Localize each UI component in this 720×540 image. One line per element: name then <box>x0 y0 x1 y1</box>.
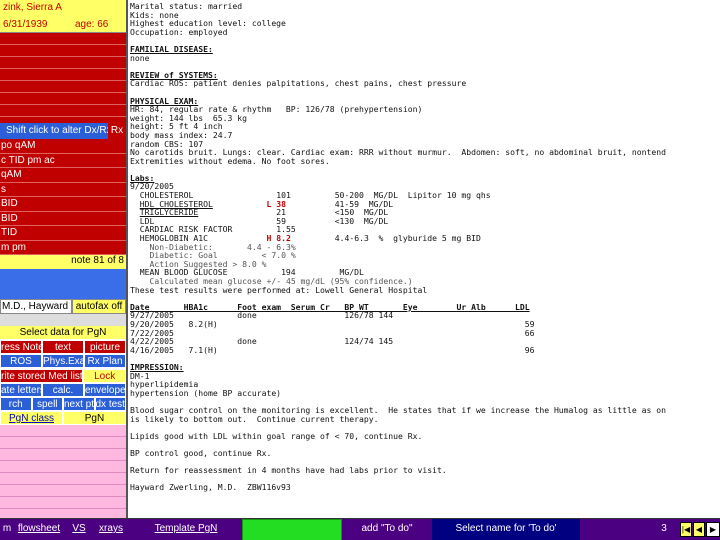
first-record-icon[interactable]: |◀ <box>680 522 692 537</box>
patient-dob-row: 6/31/1939 age: 66 <box>0 16 126 33</box>
provider-row: M.D., Hayward autofax off <box>0 299 126 314</box>
left-sidebar: zink, Sierra A 6/31/1939 age: 66 Shift c… <box>0 0 128 518</box>
letters-button[interactable]: ate letters <box>0 383 42 397</box>
flowsheet-button[interactable]: flowsheet <box>16 519 62 540</box>
text-button[interactable]: text <box>42 340 84 354</box>
spell-button[interactable]: spell <box>31 397 63 411</box>
template-pgn-button[interactable]: Template PgN <box>130 519 242 540</box>
problem-list-area[interactable] <box>0 33 126 123</box>
rx-plan-button[interactable]: Rx Plan <box>84 354 126 368</box>
note-info-area <box>0 269 126 299</box>
rx-button[interactable]: Rx <box>108 123 126 139</box>
lab-results-table: CHOLESTEROL 101 50-200 MG/DL Lipitor 10 … <box>130 190 491 243</box>
autofax-toggle[interactable]: autofax off <box>72 299 126 314</box>
exam-row: ROS Phys.Exam Rx Plan <box>0 354 126 368</box>
prev-record-icon[interactable]: ◀ <box>693 522 705 537</box>
m-button[interactable]: m <box>0 519 14 540</box>
pgn-class-button[interactable]: PgN class <box>0 411 63 425</box>
lock-button[interactable]: Lock <box>83 369 126 383</box>
envelope-button[interactable]: envelope <box>84 383 126 397</box>
med-item[interactable]: BID <box>0 197 126 212</box>
patient-age: age: 66 <box>75 19 109 30</box>
select-data-button[interactable]: Select data for PgN <box>0 326 126 339</box>
divider <box>0 314 126 326</box>
med-item[interactable]: TID <box>0 226 126 241</box>
medication-list: po qAM c TID pm ac qAM s BID BID TID m p… <box>0 139 126 255</box>
write-med-list-button[interactable]: rite stored Med list <box>0 369 84 383</box>
med-item[interactable]: BID <box>0 212 126 226</box>
signature: Hayward Zwerling, M.D. ZBW116v93 <box>130 482 291 493</box>
pgn-row: PgN class PgN <box>0 411 126 425</box>
dx-tests-button[interactable]: dx tests <box>94 397 126 411</box>
tools-row: rch spell next pt dx tests <box>0 397 126 411</box>
progress-note-row: ress Note: text picture <box>0 340 126 354</box>
med-item[interactable]: qAM <box>0 168 126 183</box>
calc-button[interactable]: calc. <box>42 383 84 397</box>
dx-rx-alter-label: Shift click to alter Dx/Rx <box>6 125 112 136</box>
progress-note-label: ress Note: <box>0 340 42 354</box>
phys-exam-button[interactable]: Phys.Exam <box>42 354 84 368</box>
med-item[interactable]: s <box>0 183 126 197</box>
todo-list-area[interactable] <box>0 425 126 518</box>
med-item[interactable]: m pm <box>0 241 126 255</box>
bottom-toolbar: m flowsheet VS xrays Template PgN add "T… <box>0 518 720 540</box>
med-item[interactable]: po qAM <box>0 139 126 154</box>
provider-select[interactable]: M.D., Hayward <box>0 299 72 314</box>
note-count: note 81 of 8 <box>0 255 126 269</box>
pgn-button[interactable]: PgN <box>63 411 126 425</box>
vital-signs-button[interactable]: VS <box>66 519 92 540</box>
patient-name: zink, Sierra A <box>0 0 126 16</box>
green-status-field[interactable] <box>242 519 342 540</box>
lab-range: <130 MG/DL <box>334 215 389 226</box>
picture-button[interactable]: picture <box>84 340 126 354</box>
record-number: 3 <box>661 523 667 534</box>
med-list-row: rite stored Med list Lock <box>0 369 126 383</box>
search-button[interactable]: rch <box>0 397 32 411</box>
progress-note-text[interactable]: Marital status: married Kids: none Highe… <box>130 0 720 518</box>
xrays-button[interactable]: xrays <box>94 519 128 540</box>
add-todo-button[interactable]: add "To do" <box>342 519 432 540</box>
lab-range: 4.4-6.3 % glyburide 5 mg BID <box>334 233 481 244</box>
social-history: Marital status: married Kids: none Highe… <box>130 1 667 493</box>
med-item[interactable]: c TID pm ac <box>0 154 126 168</box>
next-patient-button[interactable]: next pt <box>63 397 95 411</box>
select-todo-name[interactable]: Select name for 'To do' <box>432 519 580 540</box>
patient-dob: 6/31/1939 <box>3 19 48 30</box>
next-record-icon[interactable]: ▶ <box>706 522 720 537</box>
dx-rx-alter-bar[interactable]: Shift click to alter Dx/Rx Rx <box>0 123 126 139</box>
ros-button[interactable]: ROS <box>0 354 42 368</box>
letters-row: ate letters calc. envelope <box>0 383 126 397</box>
